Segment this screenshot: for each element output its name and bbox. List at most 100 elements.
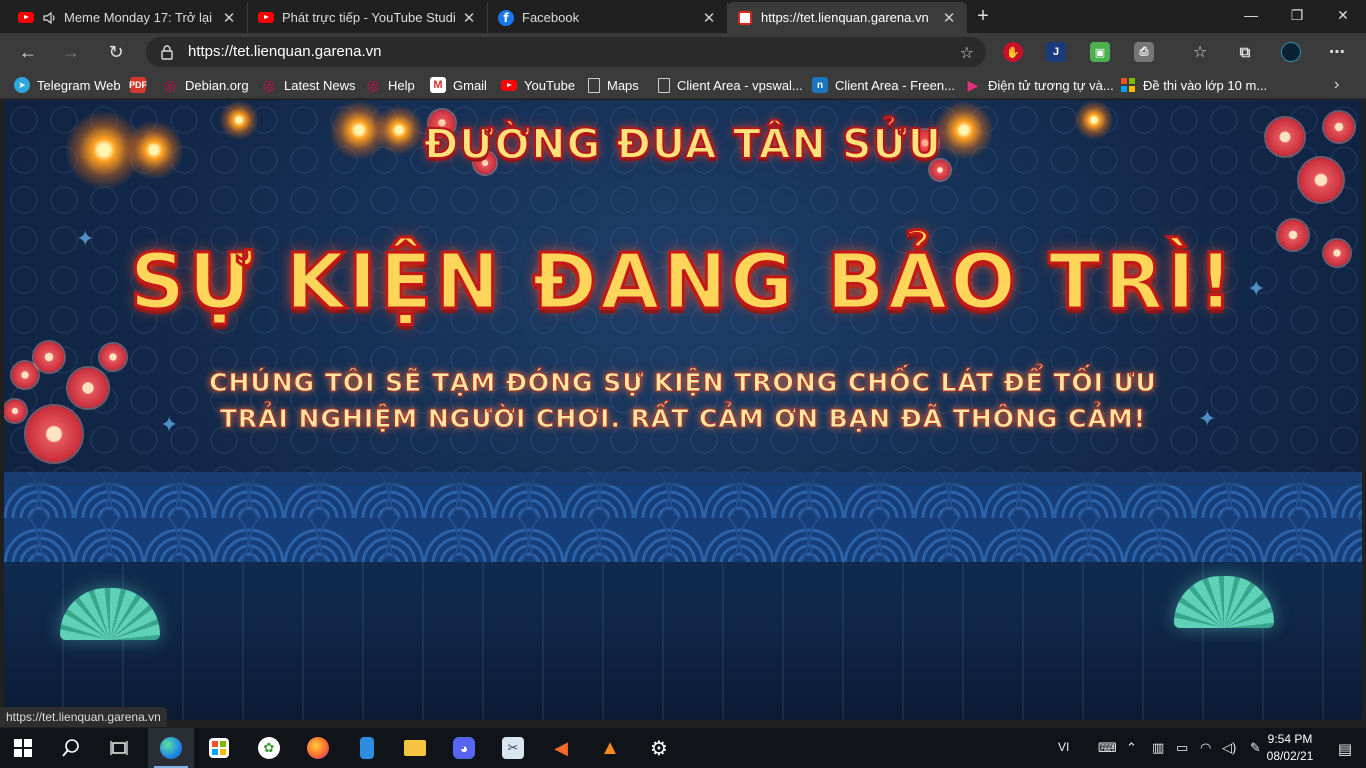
task-view-button[interactable] bbox=[96, 728, 142, 768]
bookmark-client-area-freenom[interactable]: n Client Area - Freen... bbox=[812, 75, 955, 95]
taskbar-audio-app[interactable]: ◀ bbox=[538, 728, 584, 768]
tab-meme-monday[interactable]: Meme Monday 17: Trở lại - ✕ bbox=[8, 2, 248, 33]
tab-youtube-studio[interactable]: Phát trực tiếp - YouTube Studio ✕ bbox=[248, 2, 488, 33]
notifications-icon[interactable]: ▤ bbox=[1338, 740, 1352, 758]
taskbar: ✿ ◕ ✂ ◀ ▲ ⚙ VI ⌨ ⌃ ▥ ▭ ◠ ◁) ✎ 9:54 PM 08… bbox=[0, 728, 1366, 768]
printer-extension-icon[interactable]: ⎙ bbox=[1134, 42, 1154, 62]
snip-icon: ✂ bbox=[502, 737, 524, 759]
system-tray: VI ⌨ ⌃ ▥ ▭ ◠ ◁) ✎ 9:54 PM 08/02/21 ▤ bbox=[1046, 728, 1366, 768]
profile-avatar[interactable] bbox=[1281, 42, 1301, 62]
youtube-icon bbox=[258, 10, 274, 26]
youtube-icon bbox=[501, 77, 517, 93]
close-icon[interactable]: ✕ bbox=[701, 9, 717, 27]
task-view-icon bbox=[110, 741, 128, 755]
bookmarks-bar: ➤ Telegram Web PDF ◎ Debian.org ◎ Latest… bbox=[0, 70, 1366, 99]
more-options-icon[interactable]: ⋯ bbox=[1327, 42, 1347, 62]
adblock-extension-icon[interactable]: ✋ bbox=[1003, 42, 1023, 62]
tray-app-icon[interactable]: ▥ bbox=[1152, 740, 1164, 756]
tab-garena[interactable]: https://tet.lienquan.garena.vn ✕ bbox=[727, 2, 967, 33]
taskbar-store[interactable] bbox=[196, 728, 242, 768]
collections-icon[interactable]: ⧉ bbox=[1235, 42, 1255, 62]
keyboard-icon[interactable]: ⌨ bbox=[1098, 740, 1117, 756]
new-tab-button[interactable]: + bbox=[970, 4, 996, 30]
bookmark-label: Điện tử tương tự và... bbox=[988, 77, 1114, 93]
volume-icon[interactable]: ◁) bbox=[1222, 740, 1236, 756]
folder-icon bbox=[404, 740, 426, 756]
close-icon[interactable]: ✕ bbox=[221, 9, 237, 27]
forward-button[interactable]: → bbox=[56, 37, 86, 67]
taskbar-snipping[interactable]: ✂ bbox=[490, 728, 536, 768]
green-extension-icon[interactable]: ▣ bbox=[1090, 42, 1110, 62]
youtube-icon bbox=[18, 10, 34, 26]
chevron-right-icon[interactable]: › bbox=[1334, 75, 1339, 95]
tab-facebook[interactable]: f Facebook ✕ bbox=[488, 2, 728, 33]
minimize-button[interactable]: — bbox=[1228, 0, 1274, 31]
bookmark-telegram[interactable]: ➤ Telegram Web bbox=[14, 75, 121, 95]
close-window-button[interactable]: ✕ bbox=[1320, 0, 1366, 31]
taskbar-edge[interactable] bbox=[148, 728, 194, 768]
taskbar-settings[interactable]: ⚙ bbox=[636, 728, 682, 768]
edge-icon bbox=[160, 737, 182, 759]
bookmark-label: Maps bbox=[607, 77, 639, 93]
bookmark-gmail[interactable]: M Gmail bbox=[430, 75, 487, 95]
url-text[interactable]: https://tet.lienquan.garena.vn bbox=[188, 43, 381, 60]
garena-icon bbox=[737, 10, 753, 26]
battery-icon[interactable]: ▭ bbox=[1176, 740, 1188, 756]
page-icon bbox=[658, 77, 670, 93]
tab-label: Meme Monday 17: Trở lại - bbox=[64, 10, 215, 25]
maintenance-message-line2: TRẢI NGHIỆM NGƯỜI CHƠI. RẤT CẢM ƠN BẠN Đ… bbox=[219, 404, 1147, 434]
tab-label: Facebook bbox=[522, 10, 580, 25]
bookmark-label: Latest News bbox=[284, 77, 356, 93]
bookmark-label: Gmail bbox=[453, 77, 487, 93]
leaf-app-icon: ✿ bbox=[258, 737, 280, 759]
start-button[interactable] bbox=[0, 728, 46, 768]
address-bar[interactable]: https://tet.lienquan.garena.vn ☆ bbox=[146, 37, 986, 67]
vlc-icon: ▲ bbox=[600, 736, 620, 759]
clock-date[interactable]: 08/02/21 bbox=[1260, 749, 1320, 763]
taskbar-phone-app[interactable] bbox=[344, 728, 390, 768]
chevron-up-icon[interactable]: ⌃ bbox=[1126, 740, 1137, 756]
taskbar-app-green[interactable]: ✿ bbox=[246, 728, 292, 768]
j-extension-icon[interactable]: J bbox=[1046, 42, 1066, 62]
taskbar-discord[interactable]: ◕ bbox=[441, 728, 487, 768]
refresh-button[interactable]: ↻ bbox=[101, 37, 131, 67]
gear-icon: ⚙ bbox=[650, 737, 668, 760]
lock-icon[interactable] bbox=[160, 44, 174, 60]
windows-icon bbox=[14, 739, 32, 757]
maximize-button[interactable]: ❐ bbox=[1274, 0, 1320, 31]
tab-label: https://tet.lienquan.garena.vn bbox=[761, 10, 929, 25]
bookmark-pdf[interactable]: PDF bbox=[129, 75, 153, 95]
bookmark-maps[interactable]: Maps bbox=[588, 75, 639, 95]
back-button[interactable]: ← bbox=[13, 37, 43, 67]
clock-time[interactable]: 9:54 PM bbox=[1260, 732, 1320, 746]
bookmark-client-area-vpswal[interactable]: Client Area - vpswal... bbox=[658, 75, 803, 95]
firefox-icon bbox=[307, 737, 329, 759]
debian-icon: ◎ bbox=[163, 76, 177, 93]
telegram-icon: ➤ bbox=[14, 77, 30, 93]
bookmark-debian[interactable]: ◎ Debian.org bbox=[162, 75, 249, 95]
pdf-icon: PDF bbox=[129, 77, 147, 93]
search-button[interactable] bbox=[48, 728, 94, 768]
freenom-icon: n bbox=[812, 77, 828, 93]
bookmark-label: Client Area - vpswal... bbox=[677, 77, 803, 93]
bookmark-youtube[interactable]: YouTube bbox=[501, 75, 575, 95]
bookmark-de-thi[interactable]: Đề thi vào lớp 10 m... bbox=[1120, 75, 1267, 95]
close-icon[interactable]: ✕ bbox=[461, 9, 477, 27]
page-content: ✦ ✦ ✦ ✦ ĐƯỜNG ĐUA TÂN SỬU SỰ KIỆN ĐANG B… bbox=[4, 100, 1362, 720]
add-favorite-icon[interactable]: ☆ bbox=[960, 43, 974, 63]
wifi-icon[interactable]: ◠ bbox=[1200, 740, 1211, 756]
taskbar-vlc[interactable]: ▲ bbox=[587, 728, 633, 768]
bookmark-dien-tu[interactable]: ▶ Điện tử tương tự và... bbox=[965, 75, 1114, 95]
maintenance-heading: SỰ KIỆN ĐANG BẢO TRÌ! bbox=[128, 237, 1237, 329]
search-icon bbox=[62, 739, 79, 757]
bookmark-label: Help bbox=[388, 77, 415, 93]
taskbar-firefox[interactable] bbox=[295, 728, 341, 768]
language-indicator[interactable]: VI bbox=[1058, 740, 1069, 754]
taskbar-file-explorer[interactable] bbox=[392, 728, 438, 768]
favorites-icon[interactable]: ☆ bbox=[1190, 42, 1210, 62]
maintenance-message-line1: CHÚNG TÔI SẼ TẠM ĐÓNG SỰ KIỆN TRONG CHỐC… bbox=[209, 368, 1157, 398]
speaker-icon[interactable] bbox=[42, 10, 58, 26]
bookmark-latest-news[interactable]: ◎ Latest News bbox=[261, 75, 356, 95]
bookmark-help[interactable]: ◎ Help bbox=[365, 75, 415, 95]
close-icon[interactable]: ✕ bbox=[941, 9, 957, 27]
